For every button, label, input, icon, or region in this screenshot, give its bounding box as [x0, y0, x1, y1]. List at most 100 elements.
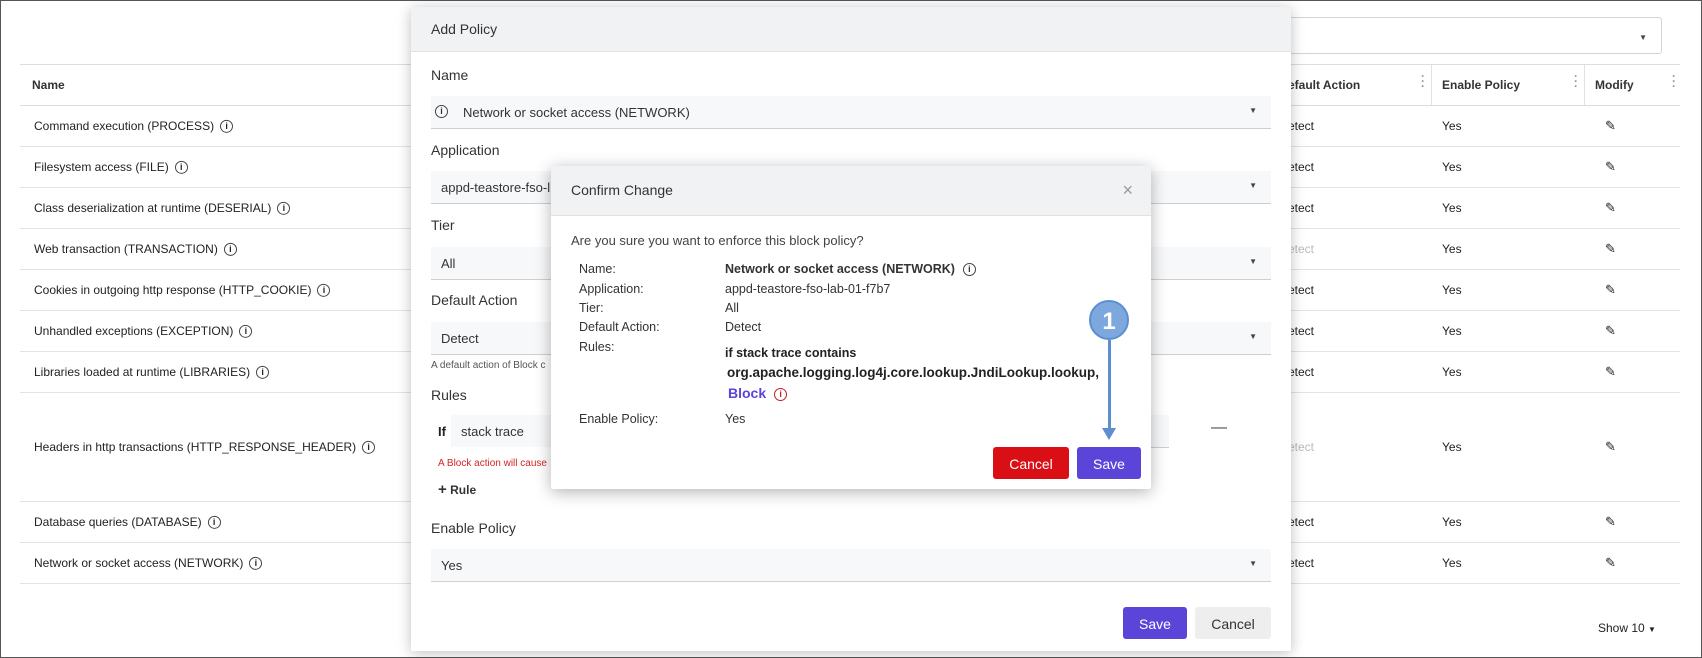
- policy-action: etect: [1288, 556, 1315, 570]
- pencil-icon[interactable]: ✎: [1605, 200, 1616, 216]
- policy-name: Libraries loaded at runtime (LIBRARIES) i: [34, 365, 270, 380]
- policy-name-text: Filesystem access (FILE): [34, 159, 169, 174]
- policy-name: Filesystem access (FILE) i: [34, 159, 188, 175]
- policy-enabled: Yes: [1442, 365, 1462, 379]
- policy-enabled: Yes: [1442, 201, 1462, 215]
- name-select[interactable]: i Network or socket access (NETWORK) ▼: [431, 96, 1271, 129]
- confirm-enable-policy-value: Yes: [725, 412, 746, 426]
- policy-name-text: Command execution (PROCESS): [34, 118, 215, 133]
- policy-enabled: Yes: [1442, 160, 1462, 174]
- default-action-label: Default Action: [431, 292, 518, 308]
- info-icon[interactable]: i: [277, 202, 291, 216]
- policy-name: Class deserialization at runtime (DESERI…: [34, 200, 291, 216]
- name-label: Name: [431, 67, 469, 83]
- background-filter-select[interactable]: ▼: [1280, 17, 1662, 54]
- pencil-icon[interactable]: ✎: [1605, 118, 1616, 134]
- rules-label: Rules: [431, 387, 467, 403]
- policy-name-text: Headers in http transactions (HTTP_RESPO…: [34, 439, 357, 454]
- policy-name-text: Class deserialization at runtime (DESERI…: [34, 200, 272, 215]
- policy-action: etect: [1288, 515, 1315, 529]
- confirm-rules-label: Rules:: [579, 340, 615, 354]
- confirm-tier-label: Tier:: [579, 301, 604, 315]
- pencil-icon[interactable]: ✎: [1605, 439, 1616, 455]
- policy-name: Network or socket access (NETWORK) i: [34, 555, 263, 571]
- header-default-action: efault Action: [1288, 78, 1361, 92]
- policy-name: Cookies in outgoing http response (HTTP_…: [34, 282, 331, 298]
- policy-enabled: Yes: [1442, 324, 1462, 338]
- pencil-icon[interactable]: ✎: [1605, 364, 1616, 380]
- policy-enabled: Yes: [1442, 440, 1462, 454]
- save-button[interactable]: Save: [1123, 607, 1187, 639]
- column-menu-icon[interactable]: · · ·: [1574, 70, 1578, 92]
- info-icon[interactable]: i: [256, 366, 270, 380]
- policy-name-text: Unhandled exceptions (EXCEPTION): [34, 323, 234, 338]
- policy-action: etect: [1288, 365, 1315, 379]
- enable-policy-label: Enable Policy: [431, 520, 516, 536]
- add-rule-label: Rule: [450, 483, 477, 497]
- info-icon[interactable]: i: [962, 263, 976, 277]
- info-icon: i: [435, 105, 448, 118]
- policy-name: Database queries (DATABASE) i: [34, 514, 221, 530]
- pencil-icon[interactable]: ✎: [1605, 514, 1616, 530]
- pencil-icon[interactable]: ✎: [1605, 241, 1616, 257]
- add-policy-title: Add Policy: [411, 7, 1291, 52]
- policy-name-text: Network or socket access (NETWORK): [34, 555, 244, 570]
- confirm-question: Are you sure you want to enforce this bl…: [571, 233, 864, 248]
- header-enable-policy: Enable Policy: [1442, 78, 1521, 92]
- confirm-rule-action-text: Block: [728, 385, 767, 401]
- confirm-cancel-button[interactable]: Cancel: [993, 447, 1069, 479]
- column-divider: [1584, 65, 1585, 105]
- pencil-icon[interactable]: ✎: [1605, 282, 1616, 298]
- confirm-save-button[interactable]: Save: [1077, 447, 1141, 479]
- chevron-down-icon: ▼: [1639, 33, 1647, 42]
- confirm-default-action-value: Detect: [725, 320, 762, 334]
- policy-action: etect: [1288, 324, 1315, 338]
- rule-warning: A Block action will cause: [438, 458, 547, 469]
- info-icon[interactable]: i: [223, 243, 237, 257]
- info-icon[interactable]: i: [220, 120, 234, 134]
- chevron-down-icon: ▼: [1249, 332, 1257, 341]
- info-icon[interactable]: i: [362, 441, 376, 455]
- page-size-select[interactable]: Show 10 ▼: [1598, 621, 1656, 635]
- chevron-down-icon: ▼: [1249, 181, 1257, 190]
- callout-arrow-line: [1108, 340, 1111, 430]
- confirm-rule-action[interactable]: Block i: [728, 385, 788, 401]
- column-menu-icon[interactable]: · · ·: [1421, 70, 1425, 92]
- rule-field-value: stack trace: [461, 424, 524, 439]
- info-icon[interactable]: i: [207, 516, 221, 530]
- info-icon[interactable]: i: [239, 325, 253, 339]
- policy-action: etect: [1288, 283, 1315, 297]
- column-menu-icon[interactable]: · · ·: [1672, 70, 1676, 92]
- confirm-default-action-label: Default Action:: [579, 320, 660, 334]
- policy-name: Headers in http transactions (HTTP_RESPO…: [34, 439, 376, 455]
- pencil-icon[interactable]: ✎: [1605, 159, 1616, 175]
- minus-icon[interactable]: —: [1211, 419, 1227, 437]
- header-modify: Modify: [1595, 78, 1634, 92]
- default-action-select-value: Detect: [441, 331, 479, 346]
- add-rule-button[interactable]: + Rule: [438, 481, 476, 498]
- policy-name-text: Database queries (DATABASE): [34, 514, 202, 529]
- policy-name-text: Cookies in outgoing http response (HTTP_…: [34, 282, 312, 297]
- confirm-tier-value: All: [725, 301, 739, 315]
- name-select-value: Network or socket access (NETWORK): [463, 105, 690, 120]
- confirm-rule-line-1: if stack trace contains: [725, 346, 857, 360]
- chevron-down-icon: ▼: [1249, 106, 1257, 115]
- pencil-icon[interactable]: ✎: [1605, 555, 1616, 571]
- enable-policy-select[interactable]: Yes ▼: [431, 549, 1271, 582]
- info-icon[interactable]: i: [317, 284, 331, 298]
- info-icon[interactable]: i: [249, 557, 263, 571]
- plus-icon: +: [438, 481, 447, 498]
- policy-action: etect: [1288, 119, 1315, 133]
- pencil-icon[interactable]: ✎: [1605, 323, 1616, 339]
- policy-name-text: Web transaction (TRANSACTION): [34, 241, 218, 256]
- tier-select-value: All: [441, 256, 456, 271]
- page-size-label: Show 10: [1598, 621, 1645, 635]
- cancel-button[interactable]: Cancel: [1195, 607, 1271, 639]
- chevron-down-icon: ▼: [1249, 559, 1257, 568]
- info-icon[interactable]: i: [774, 387, 788, 401]
- info-icon[interactable]: i: [174, 161, 188, 175]
- policy-enabled: Yes: [1442, 556, 1462, 570]
- policy-enabled: Yes: [1442, 515, 1462, 529]
- header-name: Name: [32, 78, 65, 92]
- close-icon[interactable]: ×: [1122, 166, 1133, 215]
